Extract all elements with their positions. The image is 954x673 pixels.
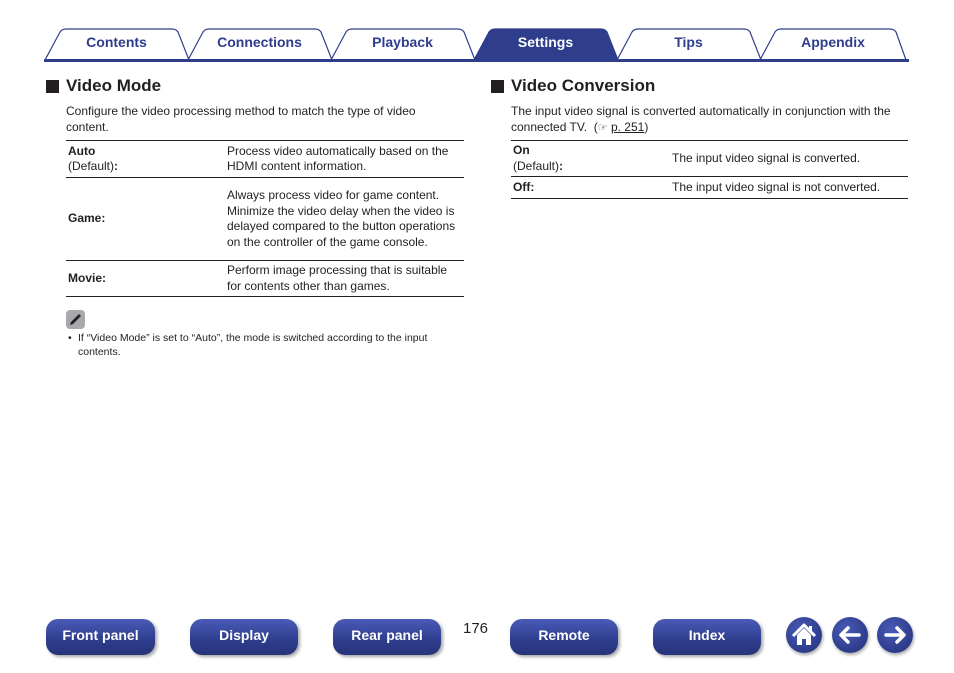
back-button[interactable] (832, 617, 868, 653)
pencil-icon (66, 310, 85, 329)
forward-button[interactable] (877, 617, 913, 653)
option-key: Movie: (66, 260, 225, 297)
tab-playback[interactable]: Playback (330, 28, 475, 60)
square-bullet-icon (491, 79, 504, 93)
video-mode-options-table: Auto (Default): Process video automatical… (66, 140, 464, 297)
arrow-left-icon (839, 626, 861, 644)
home-icon (791, 623, 817, 645)
tab-label: Settings (517, 34, 574, 50)
tab-label: Appendix (801, 34, 865, 50)
tab-settings[interactable]: Settings (473, 28, 618, 60)
front-panel-button[interactable]: Front panel (46, 619, 155, 655)
table-row: Movie: Perform image processing that is … (66, 260, 464, 297)
square-bullet-icon (46, 79, 59, 93)
tab-tips[interactable]: Tips (616, 28, 761, 60)
bullet-icon: • (68, 332, 72, 344)
rear-panel-button[interactable]: Rear panel (333, 619, 441, 655)
table-row: Auto (Default): Process video automatical… (66, 140, 464, 178)
page-reference-link[interactable]: p. 251 (611, 120, 644, 134)
tab-label: Contents (86, 34, 147, 50)
option-desc: Perform image processing that is suitabl… (225, 260, 464, 297)
home-button[interactable] (786, 617, 822, 653)
video-mode-heading: Video Mode (46, 76, 161, 96)
pointing-hand-icon: ☞ (597, 122, 608, 134)
tab-connections[interactable]: Connections (187, 28, 332, 60)
video-conversion-description: The input video signal is converted auto… (511, 104, 891, 134)
table-row: On (Default): The input video signal is c… (511, 140, 908, 177)
option-desc: Process video automatically based on the… (225, 140, 464, 178)
index-button[interactable]: Index (653, 619, 761, 655)
option-desc: Always process video for game content. M… (225, 177, 464, 261)
tab-label: Connections (217, 34, 302, 50)
chapter-tab-bar: Contents Connections Playback Settings T… (44, 26, 909, 62)
tab-bar-underline (44, 59, 909, 62)
option-key: Game: (66, 177, 225, 261)
option-desc: The input video signal is converted. (670, 140, 908, 177)
tab-appendix[interactable]: Appendix (759, 28, 907, 60)
video-mode-description: Configure the video processing method to… (66, 104, 416, 134)
video-mode-title: Video Mode (66, 76, 162, 95)
option-key: Off: (511, 176, 670, 199)
tab-label: Playback (372, 34, 433, 50)
option-desc: The input video signal is not converted. (670, 176, 908, 199)
video-conversion-heading: Video Conversion (491, 76, 655, 96)
remote-button[interactable]: Remote (510, 619, 618, 655)
tab-label: Tips (674, 34, 703, 50)
option-key: On (Default): (511, 140, 670, 177)
display-button[interactable]: Display (190, 619, 298, 655)
video-mode-note: If “Video Mode” is set to “Auto”, the mo… (78, 332, 428, 358)
table-row: Game: Always process video for game cont… (66, 177, 464, 261)
arrow-right-icon (884, 626, 906, 644)
video-conversion-title: Video Conversion (511, 76, 656, 95)
tab-contents[interactable]: Contents (44, 28, 189, 60)
option-key: Auto (Default): (66, 140, 225, 178)
table-row: Off: The input video signal is not conve… (511, 176, 908, 199)
page-number: 176 (463, 620, 489, 637)
video-conversion-options-table: On (Default): The input video signal is c… (511, 140, 908, 199)
